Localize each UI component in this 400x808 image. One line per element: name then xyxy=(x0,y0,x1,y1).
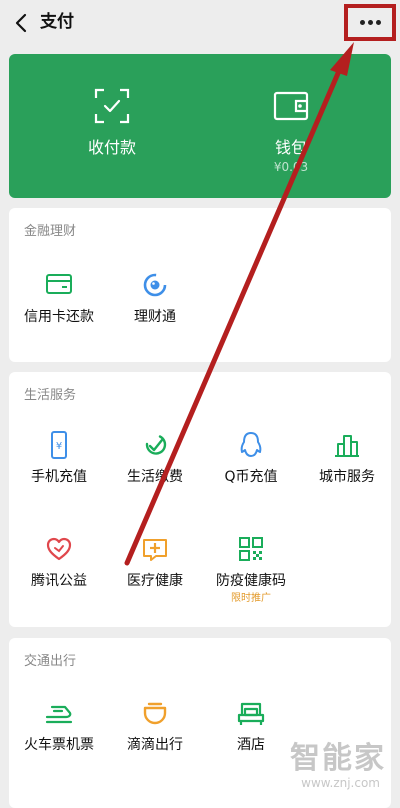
city-services-button[interactable]: 城市服务 xyxy=(299,430,395,486)
tencent-charity-button[interactable]: 腾讯公益 xyxy=(11,534,107,590)
page-title: 支付 xyxy=(40,12,74,32)
city-buildings-icon xyxy=(335,435,359,457)
wallet-balance: ¥0.03 xyxy=(273,160,309,174)
train-icon xyxy=(45,705,73,724)
train-flight-tickets-button[interactable]: 火车票机票 xyxy=(11,698,107,754)
utility-bill-button[interactable]: 生活缴费 xyxy=(107,430,203,486)
transport-section-title: 交通出行 xyxy=(24,654,77,669)
wallet-label: 钱包 xyxy=(274,138,307,157)
train-flight-tickets-label: 火车票机票 xyxy=(24,737,94,753)
back-button[interactable] xyxy=(8,8,36,38)
watermark-url: www.znj.com xyxy=(301,776,380,790)
phone-icon: ¥ xyxy=(51,431,67,459)
life-services-section: 生活服务 ¥ 手机充值 生活缴费 Q币充值 城市服务 腾讯公益 医疗健康 防疫健… xyxy=(9,372,391,627)
promo-tag: 限时推广 xyxy=(231,593,271,604)
chevron-left-icon xyxy=(15,13,27,33)
collect-pay-label: 收付款 xyxy=(87,138,136,157)
licaitong-label: 理财通 xyxy=(134,309,176,325)
tencent-charity-label: 腾讯公益 xyxy=(31,573,87,589)
city-services-label: 城市服务 xyxy=(319,469,375,485)
health-code-button[interactable]: 防疫健康码 限时推广 xyxy=(203,534,299,605)
credit-card-icon xyxy=(46,274,72,294)
watermark: 智能家 www.znj.com xyxy=(290,741,386,791)
hotel-label: 酒店 xyxy=(237,737,265,753)
collect-pay-button[interactable]: 收付款 xyxy=(42,86,182,158)
scan-check-icon xyxy=(94,88,130,124)
charity-heart-icon xyxy=(46,537,72,561)
finance-section-title: 金融理财 xyxy=(24,224,77,239)
more-dots-icon xyxy=(360,20,382,26)
wallet-button[interactable]: 钱包 ¥0.03 xyxy=(221,86,361,174)
q-coin-recharge-button[interactable]: Q币充值 xyxy=(203,430,299,486)
phone-recharge-button[interactable]: ¥ 手机充值 xyxy=(11,430,107,486)
credit-card-repay-button[interactable]: 信用卡还款 xyxy=(11,270,107,326)
didi-button[interactable]: 滴滴出行 xyxy=(107,698,203,754)
watermark-logo-text: 智能家 xyxy=(290,741,386,776)
q-coin-recharge-label: Q币充值 xyxy=(224,469,278,485)
wallet-icon xyxy=(273,91,309,121)
hotel-bed-icon xyxy=(237,702,265,725)
medical-health-label: 医疗健康 xyxy=(127,573,183,589)
life-services-section-title: 生活服务 xyxy=(24,388,77,403)
utility-bill-label: 生活缴费 xyxy=(127,469,183,485)
qr-code-icon xyxy=(239,537,263,561)
medical-health-button[interactable]: 医疗健康 xyxy=(107,534,203,590)
medical-icon xyxy=(143,539,167,561)
qq-penguin-icon xyxy=(240,432,262,457)
credit-card-repay-label: 信用卡还款 xyxy=(24,309,94,325)
health-code-label: 防疫健康码 xyxy=(216,573,286,589)
didi-label: 滴滴出行 xyxy=(127,737,183,753)
phone-recharge-label: 手机充值 xyxy=(31,469,87,485)
utility-bill-icon xyxy=(145,435,167,455)
licaitong-button[interactable]: 理财通 xyxy=(107,270,203,326)
more-options-button[interactable] xyxy=(344,4,396,41)
licaitong-icon xyxy=(143,273,167,297)
svg-text:¥: ¥ xyxy=(56,441,62,452)
payment-hero-card: 收付款 钱包 ¥0.03 xyxy=(9,54,391,198)
top-bar: 支付 xyxy=(0,0,400,46)
hotel-button[interactable]: 酒店 xyxy=(203,698,299,754)
finance-section: 金融理财 信用卡还款 理财通 xyxy=(9,208,391,362)
didi-icon xyxy=(143,702,167,725)
